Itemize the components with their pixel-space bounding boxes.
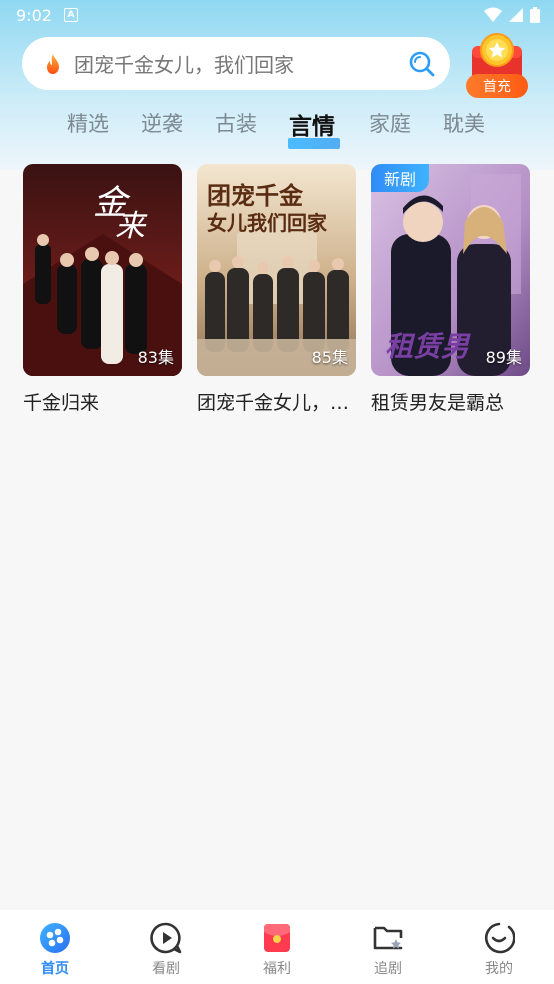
- drama-card[interactable]: 团宠千金 女儿我们回家 85集 团宠千金女儿，我们回家: [197, 164, 356, 415]
- episode-count: 83集: [137, 348, 174, 367]
- home-icon: [40, 923, 70, 953]
- drama-title[interactable]: 千金归来: [23, 388, 182, 415]
- tab-costume[interactable]: 古装: [215, 108, 257, 138]
- smile-icon: [484, 922, 515, 954]
- tab-featured[interactable]: 精选: [67, 108, 109, 138]
- drama-poster[interactable]: 租赁男 新剧 89集: [371, 164, 530, 376]
- search-placeholder: 团宠千金女儿，我们回家: [74, 53, 294, 77]
- drama-title[interactable]: 租赁男友是霸总: [371, 388, 530, 415]
- nav-label: 我的: [485, 961, 513, 977]
- folder-star-icon: [373, 926, 403, 950]
- drama-card[interactable]: 金 来 83集 千金归来: [23, 164, 182, 415]
- episode-count: 89集: [485, 348, 522, 367]
- svg-text:女儿我们回家: 女儿我们回家: [207, 211, 328, 235]
- nav-home[interactable]: 首页: [25, 922, 85, 978]
- tab-bl[interactable]: 耽美: [443, 108, 485, 138]
- drama-title[interactable]: 团宠千金女儿，我们回家: [197, 388, 356, 415]
- play-bubble-icon: [150, 922, 182, 954]
- episode-count: 85集: [311, 348, 348, 367]
- category-tabs: 精选 逆袭 古装 言情 家庭 耽美: [0, 107, 554, 149]
- status-time: 9:02: [16, 5, 52, 25]
- bottom-nav: 首页 看剧 福利 追剧 我的: [0, 910, 554, 984]
- nav-profile[interactable]: 我的: [469, 922, 529, 978]
- status-bar: 9:02 A: [0, 0, 554, 30]
- drama-poster[interactable]: 金 来 83集: [23, 164, 182, 376]
- signal-icon: [509, 8, 523, 22]
- notification-icon: A: [63, 8, 78, 22]
- first-recharge-button[interactable]: 首充: [466, 32, 528, 98]
- tab-family[interactable]: 家庭: [369, 108, 411, 138]
- nav-label: 福利: [263, 961, 291, 977]
- flame-icon: [47, 53, 59, 74]
- nav-label: 首页: [41, 961, 69, 977]
- svg-text:团宠千金: 团宠千金: [207, 181, 304, 210]
- tab-comeback[interactable]: 逆袭: [141, 108, 183, 138]
- nav-label: 看剧: [152, 961, 180, 977]
- red-envelope-icon: [264, 924, 290, 952]
- search-input[interactable]: 团宠千金女儿，我们回家: [22, 37, 450, 90]
- nav-label: 追剧: [374, 961, 402, 977]
- search-icon[interactable]: [408, 50, 436, 78]
- battery-icon: [530, 7, 540, 23]
- drama-poster[interactable]: 团宠千金 女儿我们回家 85集: [197, 164, 356, 376]
- nav-watch[interactable]: 看剧: [136, 922, 196, 978]
- nav-following[interactable]: 追剧: [358, 922, 418, 978]
- recharge-label: 首充: [466, 74, 528, 98]
- nav-rewards[interactable]: 福利: [247, 922, 307, 978]
- tab-romance[interactable]: 言情: [289, 107, 335, 141]
- new-drama-badge: 新剧: [371, 164, 429, 192]
- status-icons: [484, 7, 540, 23]
- wifi-icon: [484, 7, 502, 22]
- drama-card[interactable]: 租赁男 新剧 89集 租赁男友是霸总: [371, 164, 530, 415]
- svg-text:来: 来: [115, 209, 148, 244]
- svg-text:租赁男: 租赁男: [385, 330, 471, 363]
